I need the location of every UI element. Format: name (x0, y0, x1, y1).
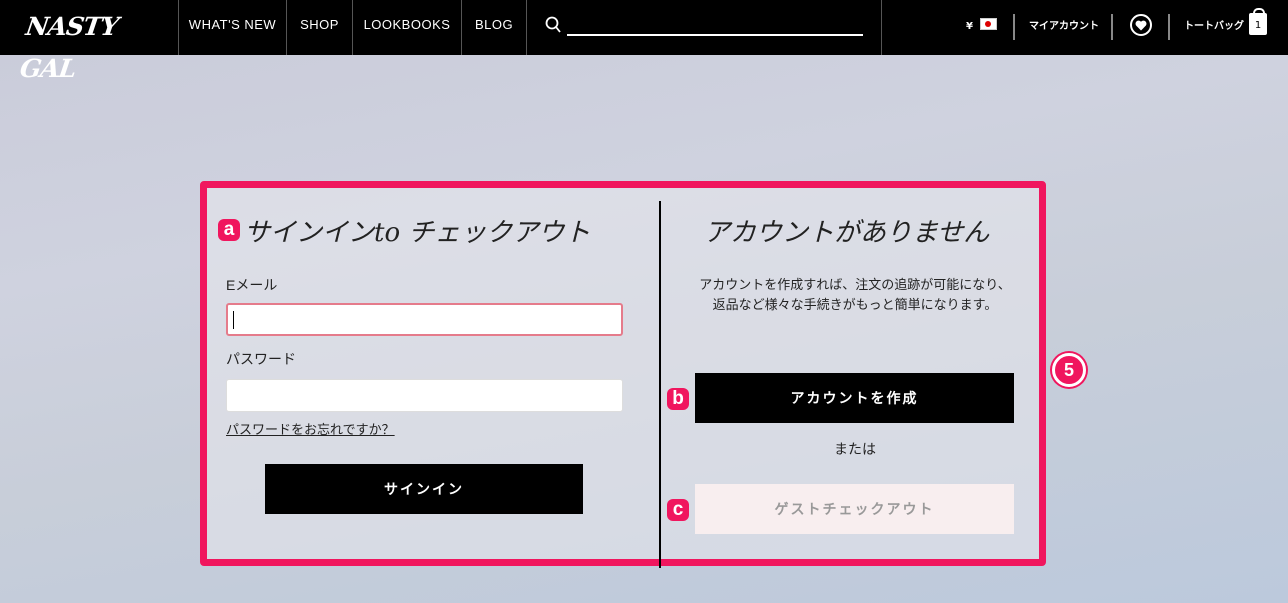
header-separator (1111, 14, 1113, 40)
nav-whats-new[interactable]: WHAT'S NEW (179, 0, 286, 50)
annotation-marker-b: b (667, 388, 689, 410)
panel-divider (659, 201, 661, 568)
password-label: パスワード (226, 351, 296, 367)
text-caret (233, 311, 234, 329)
my-account-link[interactable]: マイアカウント (1029, 18, 1099, 36)
create-account-button[interactable]: アカウントを作成 (695, 373, 1014, 423)
nav-separator (526, 0, 527, 55)
annotation-marker-c: c (667, 499, 689, 521)
nasty-gal-logo[interactable]: NASTY GAL (18, 6, 169, 83)
currency-symbol[interactable]: ¥ (966, 18, 973, 36)
annotation-number-5: 5 (1052, 353, 1086, 387)
japan-flag-icon[interactable] (980, 18, 997, 30)
no-account-heading: アカウントがありません (704, 218, 990, 248)
nav-lookbooks[interactable]: LOOKBOOKS (353, 0, 461, 50)
shopping-bag-icon[interactable]: 1 (1249, 8, 1267, 35)
search-input[interactable] (567, 14, 863, 36)
email-label: Eメール (226, 277, 278, 293)
search-icon[interactable] (545, 16, 561, 34)
nav-blog[interactable]: BLOG (462, 0, 526, 50)
signin-heading: サインインto チェックアウト (244, 218, 591, 248)
tote-bag-link[interactable]: トートバッグ (1184, 18, 1244, 36)
top-navigation-bar: NASTY GAL WHAT'S NEW SHOP LOOKBOOKS BLOG… (0, 0, 1288, 83)
password-field[interactable] (226, 379, 623, 412)
nav-separator (881, 0, 882, 55)
header-separator (1013, 14, 1015, 40)
header-separator (1168, 14, 1170, 40)
nav-shop[interactable]: SHOP (287, 0, 352, 50)
signin-button[interactable]: サインイン (265, 464, 583, 514)
or-text: または (834, 442, 876, 458)
forgot-password-link[interactable]: パスワードをお忘れですか？ (226, 422, 395, 440)
wishlist-heart-icon[interactable] (1130, 14, 1152, 36)
create-account-description: アカウントを作成すれば、注文の追跡が可能になり、返品など様々な手続きがもっと簡単… (699, 278, 1011, 313)
guest-checkout-button[interactable]: ゲストチェックアウト (695, 484, 1014, 534)
annotation-marker-a: a (218, 219, 240, 241)
email-field[interactable] (226, 303, 623, 336)
